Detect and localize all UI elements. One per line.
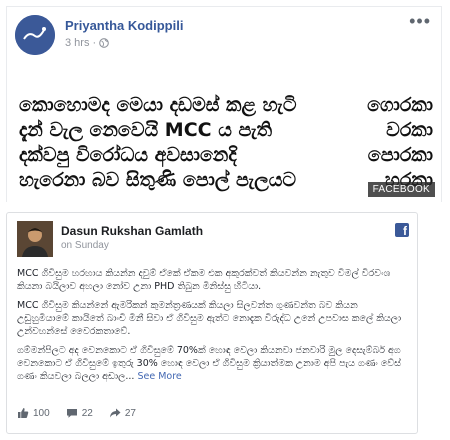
post-paragraph: MCC ගිවිසුම හරහාය කියන්න දවුම් ඒකේ ඒකම එ… [17,268,391,292]
engagement-bar: 100 22 27 [17,403,407,423]
poem-line: කොහොමද මෙයා දඩමස් කළ හැටි ගොරකා [19,93,433,118]
like-count[interactable]: 100 [17,407,50,419]
post-paragraph: MCC ගිවිසුම කියන්නේ ඇමරිකන් කුමන්ත්‍රණයක… [17,300,402,337]
globe-icon [99,38,109,48]
poem-line: දක්වපු විරෝධය අවසානෙදි පොරකා [19,143,433,168]
poem-line-right: වරකා [386,119,433,141]
poem-line-left: දැන් වැල නෙවෙයි MCC ය පැති [19,119,273,141]
see-more-link[interactable]: See More [137,371,181,382]
poem-line-right: ගොරකා [367,94,433,116]
poem-line-right: පොරකා [367,144,433,166]
poem-line: දැන් වැල නෙවෙයි MCC ය පැති වරකා [19,118,433,143]
comment-count[interactable]: 22 [66,407,93,419]
author-avatar[interactable] [17,221,53,257]
poem-line-left: හැරෙනා බව සිතුණි පොල් පැලයට [19,169,297,191]
more-options-icon[interactable]: ••• [409,12,431,30]
avatar-photo-icon [17,221,53,257]
share-arrow-icon [109,408,121,418]
post-timestamp[interactable]: on Sunday [61,240,109,251]
post-paragraph-text: ගම්මන්පිලට අද වෙනකොට ඒ ගිවිසුමේ 70%ක් හො… [17,345,401,382]
post-timestamp[interactable]: 3 hrs · [65,37,109,49]
shared-post-card: Priyantha Kodippili 3 hrs · ••• කොහොමද ම… [6,6,442,203]
timestamp-text: 3 hrs [65,37,90,49]
poem-line-left: දක්වපු විරෝධය අවසානෙදි [19,144,237,166]
post-header: Priyantha Kodippili 3 hrs · ••• [7,7,441,59]
like-count-text: 100 [33,407,50,419]
post-paragraph: ගම්මන්පිලට අද වෙනකොට ඒ ගිවිසුමේ 70%ක් හො… [17,344,407,383]
author-name[interactable]: Dasun Rukshan Gamlath [61,224,203,238]
facebook-icon[interactable]: f [395,223,409,237]
author-avatar[interactable] [15,15,55,55]
share-count[interactable]: 27 [109,407,136,419]
post-body: MCC ගිවිසුම හරහාය කියන්න දවුම් ඒකේ ඒකම එ… [17,267,407,389]
author-name[interactable]: Priyantha Kodippili [65,18,183,33]
poem-text: කොහොමද මෙයා දඩමස් කළ හැටි ගොරකා දැන් වැල… [19,93,433,193]
comment-count-text: 22 [81,407,93,419]
facebook-watermark: FACEBOOK [367,182,435,197]
thumbs-up-icon [18,408,29,418]
post-image: කොහොමද මෙයා දඩමස් කළ හැටි ගොරකා දැන් වැල… [7,59,441,203]
embedded-post-card: Dasun Rukshan Gamlath on Sunday f MCC ගි… [6,212,418,434]
share-count-text: 27 [124,407,136,419]
poem-line-left: කොහොමද මෙයා දඩමස් කළ හැටි [19,94,297,116]
avatar-logo-icon [15,15,55,55]
comment-icon [66,409,77,418]
